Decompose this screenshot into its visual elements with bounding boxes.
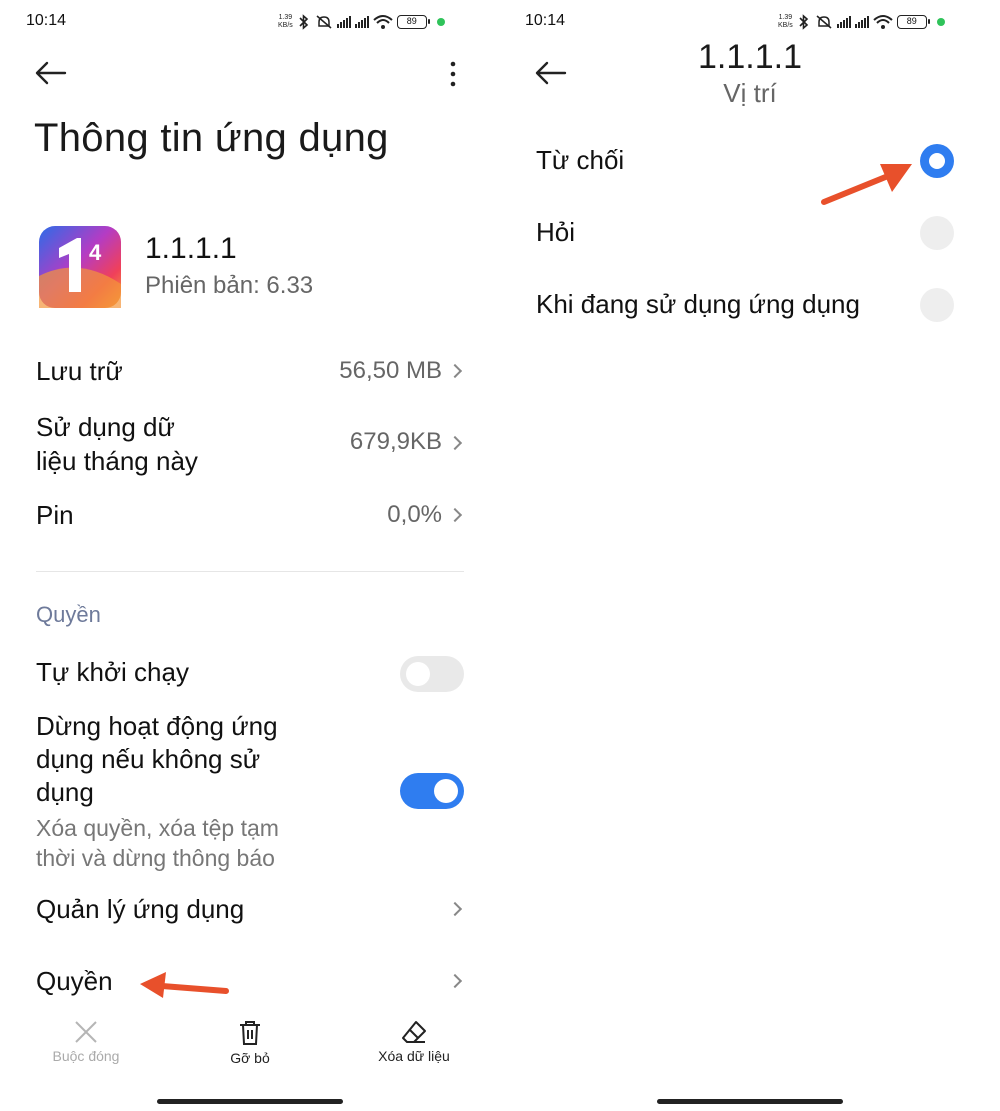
app-name: 1.1.1.1: [145, 232, 237, 265]
page-title: 1.1.1.1: [698, 38, 802, 76]
permissions-row[interactable]: Quyền: [0, 956, 500, 1008]
annotation-arrow-icon: [821, 164, 912, 205]
force-stop-button[interactable]: Buộc đóng: [26, 1019, 146, 1064]
data-usage-label: Sử dụng dữ liệu tháng này: [36, 412, 198, 476]
option-label: Hỏi: [536, 217, 576, 247]
status-icons: 1.39 KB/s 89: [778, 10, 945, 34]
status-time: 10:14: [26, 12, 67, 29]
battery-icon: 89: [896, 15, 930, 29]
signal-2-icon: [354, 16, 369, 28]
clear-data-button[interactable]: Xóa dữ liệu: [354, 1019, 474, 1064]
option-ask[interactable]: Hỏi: [500, 202, 1000, 264]
autostart-label: Tự khởi chạy: [36, 657, 189, 687]
radio-button[interactable]: [920, 216, 954, 250]
network-speed: 1.39 KB/s: [778, 14, 793, 29]
manage-apps-row[interactable]: Quản lý ứng dụng: [0, 884, 500, 936]
battery-value: 0,0%: [387, 501, 442, 528]
signal-1-icon: [336, 16, 351, 28]
manage-apps-label: Quản lý ứng dụng: [36, 894, 245, 924]
svg-text:4: 4: [89, 240, 102, 265]
eraser-icon: [402, 1021, 426, 1043]
storage-value: 56,50 MB: [339, 357, 442, 384]
back-arrow-icon[interactable]: [34, 60, 68, 86]
radio-button-selected[interactable]: [920, 144, 954, 178]
chevron-right-icon: [447, 363, 463, 379]
signal-1-icon: [836, 16, 851, 28]
pause-activity-description: Xóa quyền, xóa tệp tạm thời và dừng thôn…: [36, 815, 279, 871]
option-label: Khi đang sử dụng ứng dụng: [536, 289, 860, 319]
chevron-right-icon: [447, 435, 463, 451]
battery-row[interactable]: Pin 0,0%: [0, 488, 500, 544]
pause-activity-label: Dừng hoạt động ứng dụng nếu không sử dụn…: [36, 711, 278, 807]
mute-icon: [316, 15, 332, 29]
pause-activity-toggle[interactable]: [400, 773, 464, 809]
permissions-label: Quyền: [36, 966, 113, 996]
app-version: Phiên bản: 6.33: [145, 272, 314, 299]
wifi-icon: [373, 15, 393, 29]
home-indicator[interactable]: [657, 1099, 843, 1104]
data-usage-row[interactable]: Sử dụng dữ liệu tháng này 679,9KB: [0, 406, 500, 482]
mute-icon: [816, 15, 832, 29]
status-time: 10:14: [525, 12, 566, 29]
wifi-icon: [873, 15, 893, 29]
privacy-dot-icon: [436, 18, 445, 26]
privacy-dot-icon: [936, 18, 945, 26]
bluetooth-icon: [799, 14, 808, 30]
home-indicator[interactable]: [157, 1099, 343, 1104]
battery-icon: 89: [396, 15, 430, 29]
location-permission-screen: 10:14 1.39 KB/s 89 1.1.1.1 Vị trí Từ chối…: [500, 0, 1000, 1111]
data-usage-value: 679,9KB: [349, 428, 442, 455]
option-label: Từ chối: [536, 145, 625, 175]
storage-row[interactable]: Lưu trữ 56,50 MB: [0, 344, 500, 400]
chevron-right-icon: [447, 507, 463, 523]
app-info-screen: 10:14 1.39 KB/s 89 Thông tin ứng dụng 4 1…: [0, 0, 500, 1111]
bluetooth-icon: [299, 14, 308, 30]
page-subtitle: Vị trí: [723, 78, 777, 108]
option-deny[interactable]: Từ chối: [500, 130, 1000, 192]
app-logo-icon: 4: [39, 226, 121, 308]
option-while-using[interactable]: Khi đang sử dụng ứng dụng: [500, 274, 1000, 336]
permissions-section-header: Quyền: [36, 602, 101, 627]
page-title: Thông tin ứng dụng: [34, 116, 389, 160]
annotation-arrow-icon: [140, 972, 229, 998]
autostart-toggle[interactable]: [400, 656, 464, 692]
divider: [36, 571, 464, 572]
uninstall-button[interactable]: Gỡ bỏ: [190, 1019, 310, 1066]
trash-icon: [240, 1021, 260, 1045]
close-icon: [75, 1021, 97, 1043]
more-options-icon[interactable]: [448, 60, 458, 88]
battery-label: Pin: [36, 500, 74, 530]
network-speed: 1.39 KB/s: [278, 14, 293, 29]
chevron-right-icon: [447, 901, 463, 917]
storage-label: Lưu trữ: [36, 356, 123, 386]
chevron-right-icon: [447, 973, 463, 989]
status-icons: 1.39 KB/s 89: [278, 10, 445, 34]
radio-button[interactable]: [920, 288, 954, 322]
signal-2-icon: [854, 16, 869, 28]
